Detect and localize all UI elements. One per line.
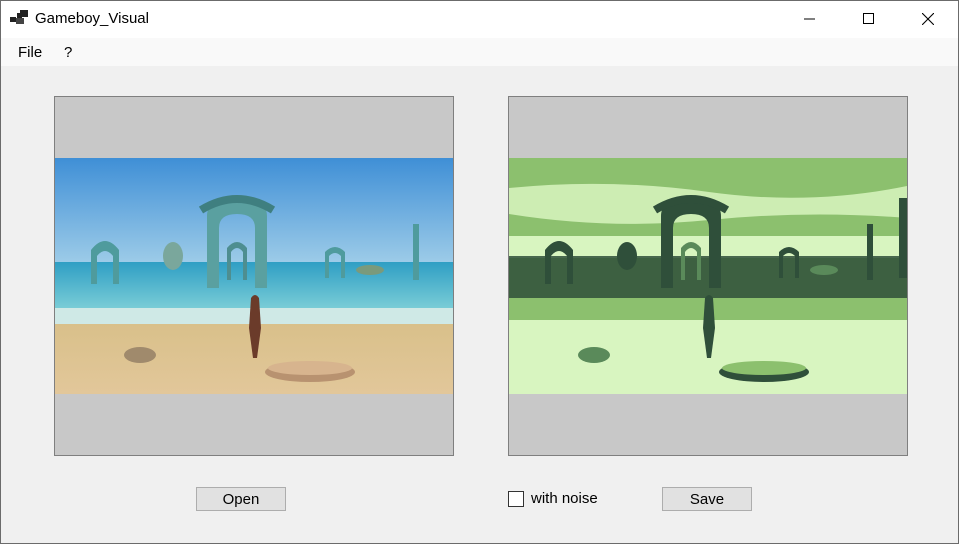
- menu-file[interactable]: File: [16, 44, 44, 61]
- minimize-button[interactable]: [787, 0, 833, 38]
- noise-checkbox[interactable]: [508, 491, 524, 507]
- maximize-button[interactable]: [846, 0, 892, 38]
- menu-help[interactable]: ?: [62, 44, 74, 61]
- maximize-icon: [863, 13, 874, 24]
- menu-bar: File ?: [0, 38, 959, 66]
- close-icon: [922, 13, 934, 25]
- noise-checkbox-label[interactable]: with noise: [531, 490, 598, 507]
- original-picture-box: [54, 96, 454, 456]
- open-button[interactable]: Open: [196, 487, 286, 511]
- title-bar: Gameboy_Visual: [0, 0, 959, 38]
- app-windows-icon: [10, 10, 28, 24]
- original-image: [55, 158, 453, 394]
- converted-picture-box: [508, 96, 908, 456]
- minimize-icon: [804, 18, 815, 20]
- window-title: Gameboy_Visual: [35, 10, 149, 27]
- converted-image: [509, 158, 907, 394]
- save-button[interactable]: Save: [662, 487, 752, 511]
- close-button[interactable]: [905, 0, 951, 38]
